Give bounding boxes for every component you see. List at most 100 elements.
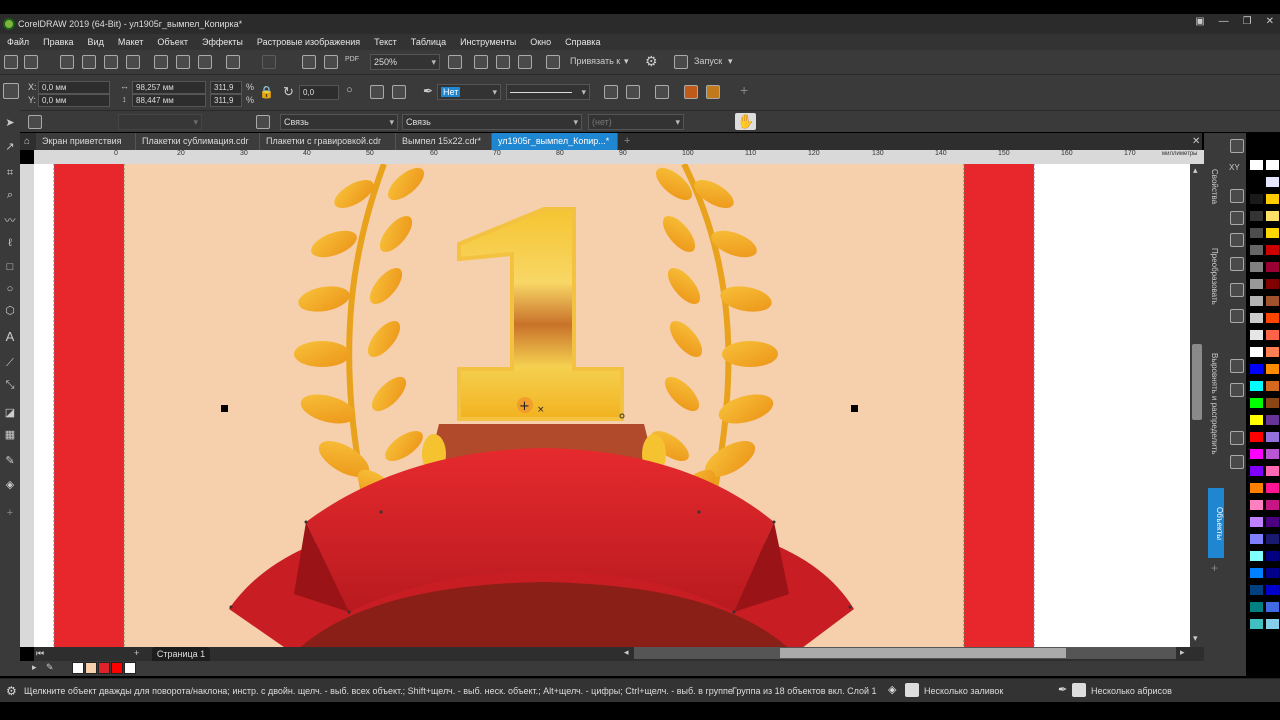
palette-swatch[interactable]	[1266, 347, 1279, 357]
launch-dropdown[interactable]: Запуск	[694, 56, 722, 66]
palette-swatch[interactable]	[1266, 517, 1279, 527]
close-button[interactable]: ✕	[1266, 16, 1274, 27]
scroll-up-icon[interactable]: ▴	[1193, 165, 1198, 176]
menu-file[interactable]: Файл	[0, 34, 36, 50]
menu-text[interactable]: Текст	[367, 34, 404, 50]
palette-swatch[interactable]	[1250, 585, 1263, 595]
zoom-level-dropdown[interactable]: 250%	[370, 54, 440, 70]
dimension-icon[interactable]	[1230, 189, 1244, 203]
crop-tool-icon[interactable]: ⌗	[3, 166, 17, 180]
minimize-button[interactable]: —	[1219, 16, 1229, 27]
lock-ratio-icon[interactable]: 🔒	[259, 85, 274, 99]
horizontal-ruler[interactable]: 0 20 30 40 50 60 70 80 90 100 110 120 13…	[34, 150, 1204, 164]
palette-swatch[interactable]	[1250, 619, 1263, 629]
paste-icon[interactable]	[198, 55, 212, 69]
add-docker-icon[interactable]: +	[1211, 561, 1218, 575]
interactive-fill-icon[interactable]: ◈	[3, 478, 17, 492]
scroll-left-icon[interactable]: ◂	[624, 647, 629, 658]
snap-to-icon[interactable]	[546, 55, 560, 69]
freehand-tool-icon[interactable]: 〰	[3, 214, 17, 228]
layers-icon[interactable]	[1230, 455, 1244, 469]
palette-swatch[interactable]	[1250, 262, 1263, 272]
new-link-icon[interactable]	[28, 115, 42, 129]
palette-swatch[interactable]	[1266, 534, 1279, 544]
show-guidelines-icon[interactable]	[518, 55, 532, 69]
palette-swatch[interactable]	[1266, 466, 1279, 476]
palette-swatch[interactable]	[1266, 262, 1279, 272]
measure-icon[interactable]	[1230, 211, 1244, 225]
disabled-dropdown[interactable]	[118, 114, 202, 130]
fill-bucket-icon[interactable]: ◈	[888, 683, 896, 696]
maximize-button[interactable]: ❐	[1243, 16, 1252, 27]
menu-object[interactable]: Объект	[150, 34, 195, 50]
outline-pen-icon[interactable]: ✒	[1058, 683, 1067, 696]
find-icon[interactable]	[256, 115, 270, 129]
docker-tab-transform[interactable]: Преобразовать	[1210, 248, 1219, 305]
show-rulers-icon[interactable]	[474, 55, 488, 69]
align-left-icon[interactable]	[1230, 359, 1244, 373]
add-tool-icon[interactable]: +	[3, 506, 17, 520]
snap-chevron-icon[interactable]: ▾	[624, 56, 629, 67]
transparency-tool-icon[interactable]: ▦	[3, 428, 17, 442]
restore-docker-icon[interactable]: ▣	[1195, 16, 1204, 27]
document-palette-swatch[interactable]	[124, 662, 136, 674]
palette-swatch[interactable]	[1250, 313, 1263, 323]
palette-swatch[interactable]	[1250, 194, 1263, 204]
scroll-down-icon[interactable]: ▾	[1193, 633, 1198, 644]
new-tab-icon[interactable]: +	[624, 135, 630, 147]
scale-width-field[interactable]: 311,9	[210, 81, 242, 94]
fill-dropdown[interactable]: Нет	[437, 84, 501, 100]
menu-effects[interactable]: Эффекты	[195, 34, 250, 50]
tab-active-document[interactable]: ул1905г_вымпел_Копир...*	[492, 133, 618, 150]
palette-swatch[interactable]	[1250, 364, 1263, 374]
palette-swatch[interactable]	[1266, 194, 1279, 204]
palette-swatch[interactable]	[1250, 534, 1263, 544]
link-dropdown-2[interactable]: Связь	[402, 114, 582, 130]
pdf-export-icon[interactable]: PDF	[345, 56, 359, 63]
scale-height-field[interactable]: 311,9	[210, 94, 242, 107]
text-tool-icon[interactable]: A	[3, 330, 17, 344]
cloud-upload-icon[interactable]	[82, 55, 96, 69]
menu-table[interactable]: Таблица	[404, 34, 453, 50]
y-position-field[interactable]: 0,0 мм	[38, 94, 110, 107]
palette-swatch[interactable]	[1266, 602, 1279, 612]
rotation-angle-field[interactable]: 0,0	[299, 85, 339, 100]
palette-swatch[interactable]	[1250, 245, 1263, 255]
selection-handle[interactable]	[221, 405, 228, 412]
palette-swatch[interactable]	[1250, 228, 1263, 238]
palette-swatch[interactable]	[1266, 568, 1279, 578]
vertical-ruler[interactable]	[20, 164, 34, 647]
to-front-icon[interactable]	[684, 85, 698, 99]
distribute-icon[interactable]	[1230, 383, 1244, 397]
tab-plaques-engraving[interactable]: Плакетки с гравировкой.cdr	[260, 133, 396, 150]
palette-swatch[interactable]	[1266, 500, 1279, 510]
height-field[interactable]: 88,447 мм	[132, 94, 206, 107]
palette-swatch[interactable]	[1250, 415, 1263, 425]
page-tab-1[interactable]: Страница 1	[152, 647, 210, 661]
xy-icon[interactable]: XY	[1229, 163, 1240, 172]
link-dropdown-1[interactable]: Связь	[280, 114, 398, 130]
new-document-icon[interactable]	[4, 55, 18, 69]
palette-swatch[interactable]	[1266, 211, 1279, 221]
horizontal-scroll-thumb[interactable]	[780, 648, 1066, 658]
palette-swatch[interactable]	[1250, 398, 1263, 408]
palette-swatch[interactable]	[1266, 415, 1279, 425]
menu-edit[interactable]: Правка	[36, 34, 80, 50]
palette-swatch[interactable]	[1250, 296, 1263, 306]
parallel-dimension-icon[interactable]: ⟋	[3, 356, 17, 370]
palette-swatch[interactable]	[1250, 449, 1263, 459]
width-field[interactable]: 98,257 мм	[132, 81, 206, 94]
palette-swatch[interactable]	[1250, 483, 1263, 493]
undo-icon[interactable]	[226, 55, 240, 69]
palette-swatch[interactable]	[1250, 211, 1263, 221]
drop-shadow-icon[interactable]: ◪	[3, 406, 17, 420]
selection-handle[interactable]	[851, 405, 858, 412]
document-palette-swatch[interactable]	[72, 662, 84, 674]
palette-swatch[interactable]	[1250, 177, 1263, 187]
palette-swatch[interactable]	[1250, 160, 1263, 170]
add-icon[interactable]: +	[740, 82, 748, 98]
palette-swatch[interactable]	[1250, 347, 1263, 357]
tab-plaques-sublimation[interactable]: Плакетки сублимация.cdr	[136, 133, 260, 150]
palette-swatch[interactable]	[1266, 228, 1279, 238]
palette-swatch[interactable]	[1250, 551, 1263, 561]
